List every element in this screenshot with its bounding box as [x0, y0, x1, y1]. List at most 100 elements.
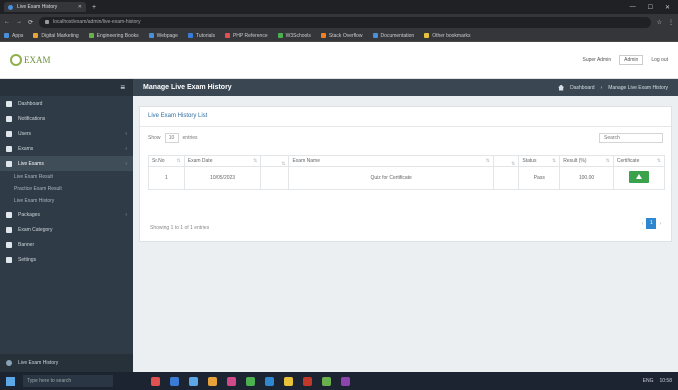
taskbar-app-icon[interactable] — [151, 376, 160, 386]
sidebar-item-label: Exam Category — [18, 226, 53, 233]
bookmark-icon — [88, 33, 94, 38]
taskbar-app-icon[interactable] — [322, 376, 331, 386]
sidebar-item[interactable]: Live Exams ‹ — [0, 156, 133, 171]
taskbar-search-text: Type here to search — [27, 378, 72, 384]
logout-link[interactable]: Log out — [651, 57, 668, 63]
main-content: Manage Live Exam History Dashboard › Man… — [133, 79, 678, 372]
home-icon[interactable] — [558, 84, 565, 91]
app-logo[interactable]: EXAM — [10, 54, 51, 66]
bookmark-item[interactable]: PHP Reference — [224, 32, 268, 39]
chevron-left-icon: ‹ — [125, 211, 127, 218]
bookmark-icon — [277, 33, 283, 38]
bookmark-item[interactable]: Webpage — [148, 33, 178, 39]
bookmark-item[interactable]: Tutorials — [187, 33, 215, 39]
taskbar-app-icon[interactable] — [208, 376, 217, 386]
bookmark-icon — [33, 33, 39, 38]
browser-menu-icon[interactable]: ⋮ — [668, 19, 674, 26]
column-header[interactable]: Result (%) ⇅ — [559, 155, 614, 167]
sidebar-item[interactable]: Settings — [0, 252, 133, 267]
lock-icon — [45, 20, 50, 24]
table-controls: Show 10 entries — [140, 127, 671, 149]
column-header[interactable]: Exam Date ⇅ — [183, 155, 262, 167]
table-cell: 10/05/2023 — [183, 166, 262, 190]
maximize-button[interactable]: ☐ — [648, 4, 653, 11]
sidebar-footer-item[interactable]: Live Exam History — [0, 354, 133, 372]
prev-page-button[interactable]: ‹ — [642, 221, 644, 227]
taskbar-app-icon[interactable] — [227, 376, 236, 386]
column-header[interactable]: ⇅ — [492, 155, 520, 167]
sort-icon: ⇅ — [552, 158, 557, 164]
download-certificate-button[interactable] — [628, 171, 649, 183]
bookmark-item[interactable]: W3Schools — [277, 33, 311, 39]
address-bar-row: ← → ⟳ localhost/exam/admin/live-exam-his… — [0, 14, 678, 30]
sidebar-subitem[interactable]: Live Exam Result — [0, 171, 133, 183]
sidebar-toggle[interactable]: ≡ — [0, 79, 133, 96]
browser-tab[interactable]: Live Exam History ✕ — [4, 2, 86, 12]
taskbar-app-icon[interactable] — [303, 376, 312, 386]
column-header[interactable]: Certificate ⇅ — [612, 155, 666, 167]
entries-length-select[interactable]: 10 — [164, 133, 179, 143]
sidebar-subitem[interactable]: Live Exam History — [0, 195, 133, 207]
sort-icon: ⇅ — [176, 158, 181, 164]
chevron-left-icon: ‹ — [125, 160, 127, 167]
bookmark-item[interactable]: Apps — [4, 33, 23, 39]
taskbar-app-icon[interactable] — [265, 376, 274, 386]
reload-button[interactable]: ⟳ — [28, 19, 33, 26]
new-tab-button[interactable]: + — [92, 4, 96, 11]
sidebar-item[interactable]: Dashboard — [0, 96, 133, 111]
sidebar-item-icon — [6, 241, 12, 248]
chevron-left-icon: ‹ — [125, 130, 127, 137]
sidebar-item[interactable]: Banner — [0, 237, 133, 252]
next-page-button[interactable]: › — [659, 221, 661, 227]
taskbar-app-icon[interactable] — [341, 376, 350, 386]
taskbar-app-icon[interactable] — [170, 376, 179, 386]
table-cell: 100.00 — [559, 166, 614, 190]
breadcrumb-separator: › — [600, 84, 603, 91]
search-input[interactable] — [599, 133, 663, 143]
minimize-button[interactable]: — — [630, 4, 636, 11]
sidebar-item[interactable]: Exams ‹ — [0, 141, 133, 156]
url-field[interactable]: localhost/exam/admin/live-exam-history — [39, 16, 651, 28]
column-header[interactable]: ⇅ — [260, 155, 290, 167]
sidebar-item-icon — [6, 160, 12, 167]
sort-icon: ⇅ — [281, 161, 286, 167]
column-header[interactable]: Status ⇅ — [518, 155, 561, 167]
back-button[interactable]: ← — [4, 19, 10, 25]
page-1-button[interactable]: 1 — [646, 218, 657, 229]
sidebar-item[interactable]: Exam Category — [0, 222, 133, 237]
bookmark-item[interactable]: Digital Marketing — [33, 33, 79, 39]
logo-mark-icon — [10, 54, 22, 66]
hamburger-icon[interactable]: ≡ — [120, 83, 125, 92]
column-header[interactable]: Exam Name ⇅ — [288, 155, 494, 167]
show-label: Show — [148, 135, 161, 141]
taskbar-app-icon[interactable] — [189, 376, 198, 386]
taskbar-app-icon[interactable] — [246, 376, 255, 386]
sidebar-subitem[interactable]: Practice Exam Result — [0, 183, 133, 195]
close-tab-icon[interactable]: ✕ — [78, 4, 82, 10]
bookmark-icon — [424, 33, 430, 38]
taskbar-app-icon[interactable] — [284, 376, 293, 386]
sort-icon: ⇅ — [656, 158, 661, 164]
bookmark-label: PHP Reference — [232, 32, 268, 39]
sidebar-item[interactable]: Notifications — [0, 111, 133, 126]
sidebar-item[interactable]: Users ‹ — [0, 126, 133, 141]
column-header[interactable]: Sr.No ⇅ — [148, 155, 185, 167]
sidebar-item[interactable]: Packages ‹ — [0, 207, 133, 222]
clock[interactable]: 10:58 — [659, 378, 672, 384]
bookmark-item[interactable]: Other bookmarks — [424, 33, 471, 39]
bookmark-star-icon[interactable]: ☆ — [657, 19, 662, 26]
close-window-button[interactable]: ✕ — [665, 4, 670, 11]
history-table: Sr.No ⇅ Exam Date ⇅ ⇅ Exam Name ⇅ ⇅ Status ⇅ Resul… — [148, 155, 666, 190]
sidebar-item-label: Exams — [18, 145, 34, 152]
breadcrumb-dashboard[interactable]: Dashboard — [570, 85, 594, 91]
start-button[interactable] — [6, 376, 15, 386]
bookmark-item[interactable]: Stack Overflow — [320, 33, 363, 39]
certificate-cell — [612, 166, 666, 190]
language-indicator[interactable]: ENG — [643, 378, 654, 384]
bookmark-item[interactable]: Engineering Books — [88, 33, 139, 39]
bookmark-item[interactable]: Documentation — [372, 33, 414, 39]
taskbar-search[interactable]: Type here to search — [23, 375, 113, 387]
forward-button[interactable]: → — [16, 19, 22, 25]
column-header-label: Sr.No — [152, 158, 165, 164]
user-select[interactable]: Admin — [619, 55, 644, 65]
